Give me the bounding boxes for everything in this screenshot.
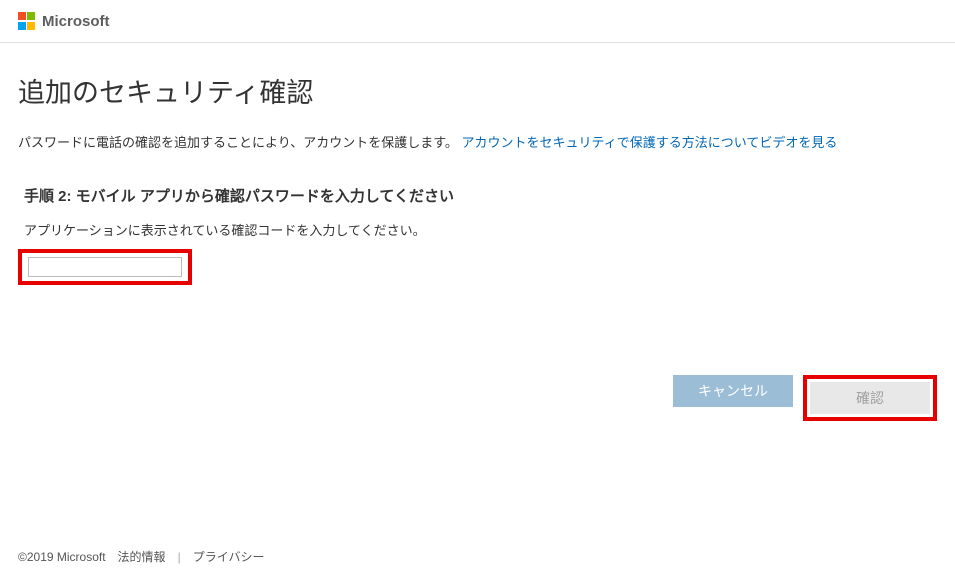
- step-section: 手順 2: モバイル アプリから確認パスワードを入力してください アプリケーショ…: [18, 185, 937, 285]
- brand-label: Microsoft: [42, 13, 110, 30]
- header-bar: Microsoft: [0, 0, 955, 43]
- verification-code-input[interactable]: [28, 257, 182, 277]
- microsoft-logo-icon: [18, 12, 36, 30]
- step-title: 手順 2: モバイル アプリから確認パスワードを入力してください: [24, 185, 937, 206]
- confirm-button[interactable]: 確認: [810, 382, 930, 414]
- step-instruction: アプリケーションに表示されている確認コードを入力してください。: [24, 220, 937, 239]
- cancel-button[interactable]: キャンセル: [673, 375, 793, 407]
- footer-legal-link[interactable]: 法的情報: [118, 548, 166, 565]
- footer-separator: |: [178, 550, 181, 564]
- footer-privacy-link[interactable]: プライバシー: [193, 548, 265, 565]
- action-buttons-row: キャンセル 確認: [673, 375, 937, 421]
- code-input-highlight-box: [18, 249, 192, 285]
- page-description: パスワードに電話の確認を追加することにより、アカウントを保護します。 アカウント…: [18, 132, 937, 151]
- page-title: 追加のセキュリティ確認: [18, 71, 937, 110]
- footer: ©2019 Microsoft 法的情報 | プライバシー: [18, 548, 264, 565]
- description-text: パスワードに電話の確認を追加することにより、アカウントを保護します。: [18, 135, 458, 150]
- footer-copyright: ©2019 Microsoft: [18, 550, 106, 564]
- confirm-button-highlight-box: 確認: [803, 375, 937, 421]
- main-content: 追加のセキュリティ確認 パスワードに電話の確認を追加することにより、アカウントを…: [0, 43, 955, 285]
- learn-more-link[interactable]: アカウントをセキュリティで保護する方法についてビデオを見る: [462, 135, 838, 150]
